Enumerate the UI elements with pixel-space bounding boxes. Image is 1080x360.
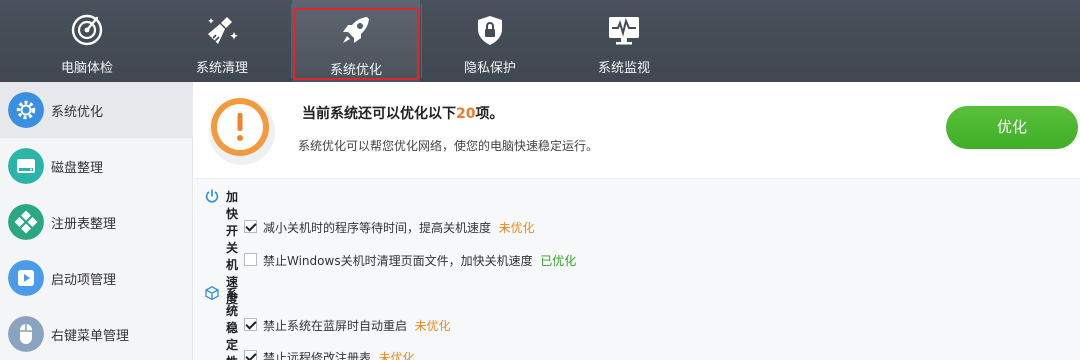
sidebar-item-label: 系统优化 xyxy=(51,105,104,120)
tab-divider xyxy=(421,4,422,78)
sidebar-item-label: 右键菜单管理 xyxy=(51,329,130,344)
optimize-description: 系统优化可以帮您优化网络，使您的电脑快速稳定运行。 xyxy=(298,139,599,153)
cube-icon xyxy=(205,286,219,301)
sidebar-item-disk-defrag[interactable]: 磁盘整理 xyxy=(0,138,193,194)
main-panel: 当前系统还可以优化以下20项。 系统优化可以帮您优化网络，使您的电脑快速稳定运行… xyxy=(194,82,1080,360)
tab-label: 隐私保护 xyxy=(463,61,516,76)
item-checkbox[interactable] xyxy=(244,253,257,266)
optimize-item-list: 加快开关机速度 减小关机时的程序等待时间，提高关机速度 未优化 禁止Window… xyxy=(194,178,1080,360)
radar-icon xyxy=(71,14,103,46)
item-text: 减小关机时的程序等待时间，提高关机速度 xyxy=(263,221,492,235)
sidebar-item-system-optimize[interactable]: 系统优化 xyxy=(0,82,193,138)
monitor-pulse-icon xyxy=(609,17,639,45)
tab-label: 电脑体检 xyxy=(60,61,113,76)
item-status: 未优化 xyxy=(498,221,535,235)
sidebar: 系统优化 磁盘整理 注册表整理 启动项管理 右键菜单管理 xyxy=(0,82,193,360)
item-status: 未优化 xyxy=(414,319,451,333)
item-label: 禁止系统在蓝屏时自动重启 未优化 xyxy=(263,317,451,334)
top-nav-bar: 电脑体检 系统清理 系统优化 隐私保护 系统监视 xyxy=(0,0,1080,82)
optimize-summary-header: 当前系统还可以优化以下20项。 系统优化可以帮您优化网络，使您的电脑快速稳定运行… xyxy=(194,82,1080,178)
section-title: 系统稳定性 xyxy=(226,287,239,360)
item-text: 禁止远程修改注册表 xyxy=(263,351,372,360)
item-status: 已优化 xyxy=(540,254,577,268)
warning-icon xyxy=(209,98,275,165)
gear-icon xyxy=(8,92,44,128)
tab-label: 系统清理 xyxy=(195,61,248,76)
sidebar-item-registry[interactable]: 注册表整理 xyxy=(0,194,193,250)
tab-system-monitor[interactable]: 系统监视 xyxy=(560,0,688,82)
tab-pc-checkup[interactable]: 电脑体检 xyxy=(23,0,151,82)
tab-system-clean[interactable]: 系统清理 xyxy=(158,0,286,82)
item-status: 未优化 xyxy=(378,351,415,360)
sidebar-item-context-menu[interactable]: 右键菜单管理 xyxy=(0,306,193,360)
item-label: 禁止Windows关机时清理页面文件，加快关机速度 已优化 xyxy=(263,252,576,269)
optimize-button[interactable]: 优化 xyxy=(946,106,1078,149)
mouse-icon xyxy=(8,316,44,352)
sidebar-item-label: 启动项管理 xyxy=(51,273,117,288)
item-checkbox[interactable] xyxy=(244,318,257,331)
item-label: 禁止远程修改注册表 未优化 xyxy=(263,349,415,360)
sidebar-item-label: 磁盘整理 xyxy=(51,161,104,176)
headline-prefix: 当前系统还可以优化以下 xyxy=(302,106,456,122)
play-icon xyxy=(8,260,44,296)
item-text: 禁止Windows关机时清理页面文件，加快关机速度 xyxy=(263,254,533,268)
power-icon xyxy=(205,189,219,203)
headline-suffix: 项。 xyxy=(475,106,504,122)
registry-icon xyxy=(8,204,44,240)
shield-lock-icon xyxy=(478,16,502,45)
broom-icon xyxy=(208,17,238,44)
app-window: 电脑体检 系统清理 系统优化 隐私保护 系统监视 系统优化 磁盘整理 注册表整理… xyxy=(0,0,1080,360)
tab-label: 系统优化 xyxy=(329,63,382,78)
item-checkbox[interactable] xyxy=(244,220,257,233)
rocket-icon xyxy=(343,17,369,43)
sidebar-item-startup[interactable]: 启动项管理 xyxy=(0,250,193,306)
item-checkbox[interactable] xyxy=(244,350,257,360)
tab-privacy[interactable]: 隐私保护 xyxy=(426,0,554,82)
disk-icon xyxy=(8,148,44,184)
optimize-headline: 当前系统还可以优化以下20项。 xyxy=(302,103,503,123)
optimize-count: 20 xyxy=(456,106,476,122)
item-text: 禁止系统在蓝屏时自动重启 xyxy=(263,319,408,333)
tab-system-optimize[interactable]: 系统优化 xyxy=(292,0,420,82)
sidebar-item-label: 注册表整理 xyxy=(51,217,117,232)
item-label: 减小关机时的程序等待时间，提高关机速度 未优化 xyxy=(263,219,535,236)
tab-label: 系统监视 xyxy=(597,61,650,76)
